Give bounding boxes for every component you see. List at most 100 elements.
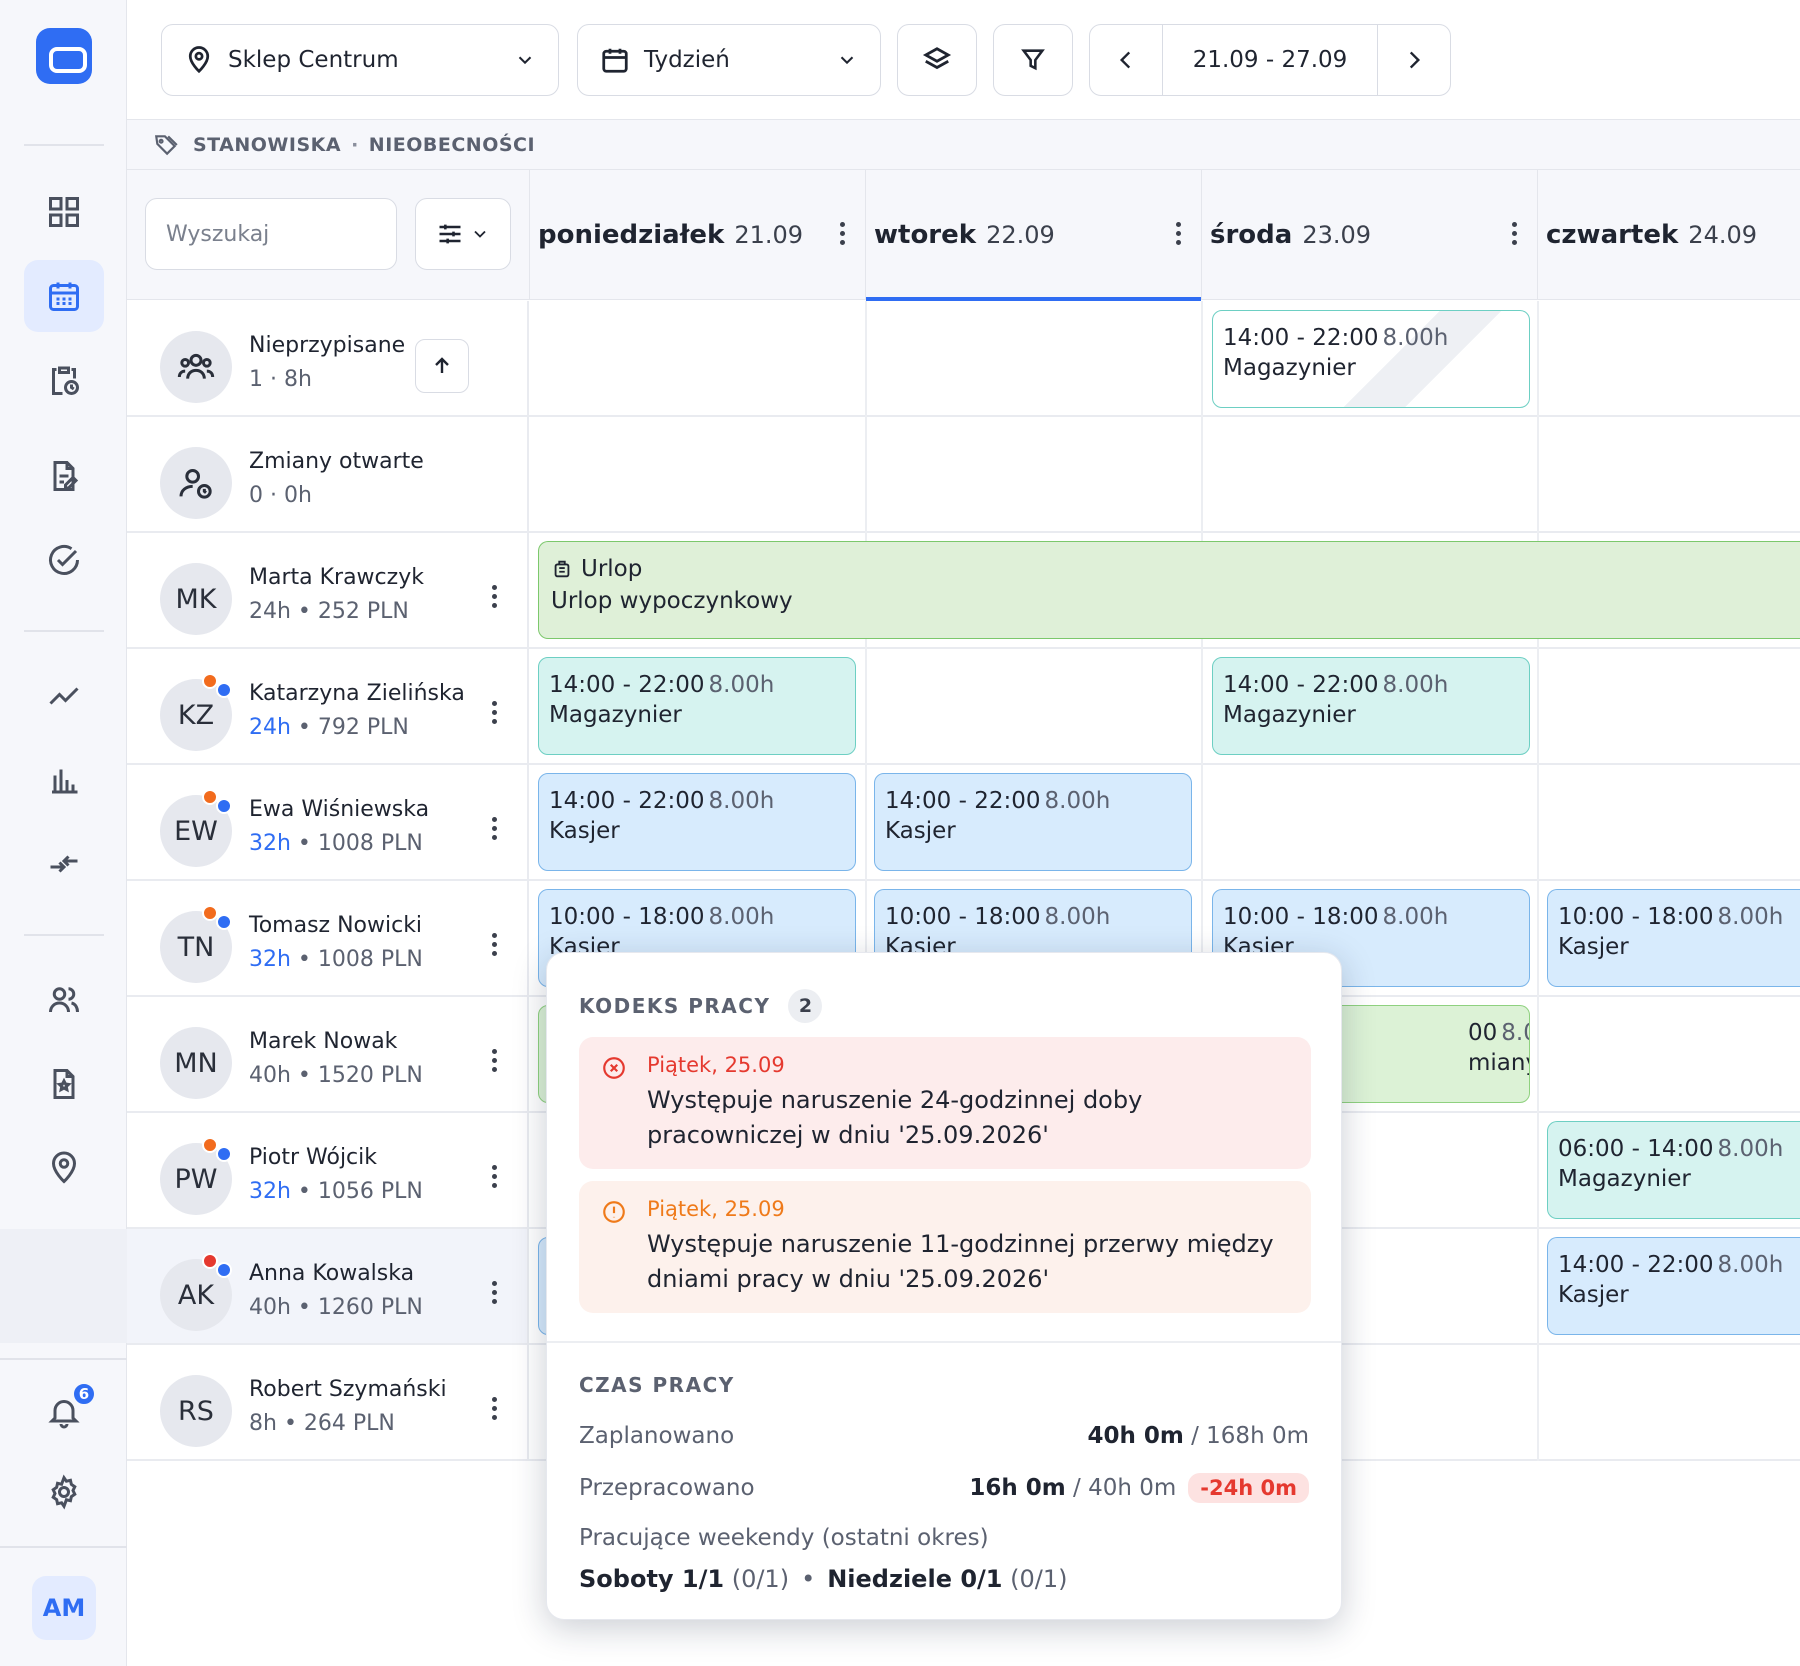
sidebar-item-dashboard[interactable] — [24, 176, 104, 248]
employee-menu-button[interactable] — [492, 1397, 497, 1420]
day-menu-button[interactable] — [839, 222, 845, 245]
violation-error[interactable]: Piątek, 25.09 Występuje naruszenie 24-go… — [579, 1037, 1311, 1169]
shift-hours: 8.00h — [1501, 1020, 1529, 1046]
leave-card[interactable]: Urlop Urlop wypoczynkowy — [538, 541, 1800, 639]
employee-menu-button[interactable] — [492, 701, 497, 724]
shift-card[interactable]: 10:00 - 18:00 8.00h Kasjer — [1547, 889, 1800, 987]
day-header-wednesday[interactable]: środa 23.09 — [1201, 170, 1537, 300]
day-header-monday[interactable]: poniedziałek 21.09 — [529, 170, 865, 300]
sidebar-item-attendance[interactable] — [24, 344, 104, 416]
violation-date: Piątek, 25.09 — [647, 1053, 785, 1077]
shift-card[interactable]: 14:00 - 22:00 8.00h Kasjer — [874, 773, 1192, 871]
day-menu-button[interactable] — [1511, 222, 1517, 245]
view-options-button[interactable] — [415, 198, 511, 270]
day-header-tuesday[interactable]: wtorek 22.09 — [865, 170, 1201, 301]
worked-diff-badge: -24h 0m — [1188, 1473, 1309, 1503]
shift-time: 14:00 - 22:00 — [1558, 1252, 1714, 1278]
search-input[interactable] — [145, 198, 397, 270]
employee-menu-button[interactable] — [492, 817, 497, 840]
employee-name: Tomasz Nowicki — [249, 913, 423, 938]
employee-hours: 8h — [249, 1411, 277, 1436]
shift-card[interactable]: 14:00 - 22:00 8.00h Kasjer — [538, 773, 856, 871]
violation-message: Występuje naruszenie 24-godzinnej doby p… — [647, 1086, 1143, 1149]
sidebar-item-employees[interactable] — [24, 964, 104, 1036]
employee-name: Marek Nowak — [249, 1029, 398, 1054]
sidebar-item-exchange[interactable] — [24, 828, 104, 900]
shift-time: 10:00 - 18:00 — [549, 904, 705, 930]
sidebar-item-locations[interactable] — [24, 1132, 104, 1204]
day-header-thursday[interactable]: czwartek 24.09 — [1537, 170, 1800, 300]
sidebar-item-reports[interactable] — [24, 744, 104, 816]
employee-menu-button[interactable] — [492, 1049, 497, 1072]
users-icon — [49, 987, 79, 1013]
tag-absences[interactable]: NIEOBECNOŚCI — [369, 134, 535, 156]
tags-icon — [155, 134, 178, 155]
users-group-icon — [177, 353, 215, 379]
warning-circle-icon — [601, 1199, 627, 1225]
clipboard-clock-icon — [52, 366, 79, 395]
group-name: Nieprzypisane — [249, 333, 406, 358]
sidebar-item-settings[interactable] — [24, 1456, 104, 1528]
day-name: poniedziałek — [538, 220, 725, 250]
app-logo[interactable] — [36, 28, 92, 84]
employee-summary: 40h • 1260 PLN — [249, 1295, 423, 1320]
location-select[interactable]: Sklep Centrum — [161, 24, 559, 96]
sidebar-item-trends[interactable] — [24, 660, 104, 732]
employee-summary: 24h • 252 PLN — [249, 599, 409, 624]
group-meta: 1 · 8h — [249, 367, 312, 392]
employee-cell[interactable]: MN Marek Nowak 40h • 1520 PLN — [127, 997, 529, 1111]
employee-cell[interactable]: EW Ewa Wiśniewska 32h • 1008 PLN — [127, 765, 529, 879]
day-date: 21.09 — [734, 221, 804, 249]
sliders-icon — [439, 224, 461, 244]
shift-card[interactable]: 14:00 - 22:00 8.00h Magazynier — [538, 657, 856, 755]
period-select[interactable]: Tydzień — [577, 24, 881, 96]
date-navigator: 21.09 - 27.09 — [1089, 24, 1451, 96]
employee-name: Piotr Wójcik — [249, 1145, 378, 1170]
user-avatar[interactable]: AM — [32, 1576, 96, 1640]
employee-cell[interactable]: KZ Katarzyna Zielińska 24h • 792 PLN — [127, 649, 529, 763]
employee-cell[interactable]: TN Tomasz Nowicki 32h • 1008 PLN — [127, 881, 529, 995]
shift-role: Magazynier — [1223, 355, 1356, 381]
filter-button[interactable] — [993, 24, 1073, 96]
employee-menu-button[interactable] — [492, 1165, 497, 1188]
date-range-label[interactable]: 21.09 - 27.09 — [1162, 25, 1378, 95]
employee-pay: • 792 PLN — [290, 715, 409, 740]
shift-card[interactable]: 14:00 - 22:00 8.00h Magazynier — [1212, 657, 1530, 755]
day-name: wtorek — [874, 220, 977, 250]
sidebar-item-schedule[interactable] — [24, 260, 104, 332]
employee-menu-button[interactable] — [492, 585, 497, 608]
day-date: 23.09 — [1302, 221, 1372, 249]
gear-icon — [51, 1474, 77, 1510]
employee-cell[interactable]: RS Robert Szymański 8h • 264 PLN — [127, 1345, 529, 1459]
employee-summary: 32h • 1008 PLN — [249, 947, 423, 972]
group-name: Zmiany otwarte — [249, 449, 424, 474]
employee-cell[interactable]: AK Anna Kowalska 40h • 1260 PLN — [127, 1229, 529, 1343]
notification-count-badge: 6 — [72, 1382, 96, 1406]
chevron-left-icon — [1119, 51, 1131, 69]
employee-hours: 40h — [249, 1063, 291, 1088]
tag-positions[interactable]: STANOWISKA — [193, 134, 341, 156]
employee-cell[interactable]: MK Marta Krawczyk 24h • 252 PLN — [127, 533, 529, 647]
shift-card[interactable]: 14:00 - 22:00 8.00h Magazynier — [1212, 310, 1530, 408]
avatar: MN — [160, 1027, 232, 1099]
previous-week-button[interactable] — [1090, 25, 1162, 95]
employee-menu-button[interactable] — [492, 1281, 497, 1304]
sidebar-item-approvals[interactable] — [24, 524, 104, 596]
employee-menu-button[interactable] — [492, 933, 497, 956]
shift-hours: 8.00h — [1044, 788, 1111, 814]
shift-card[interactable]: 06:00 - 14:00 8.00h Magazynier — [1547, 1121, 1800, 1219]
employee-pay: • 1056 PLN — [290, 1179, 423, 1204]
bar-chart-icon — [52, 769, 78, 794]
violation-warning[interactable]: Piątek, 25.09 Występuje naruszenie 11-go… — [579, 1181, 1311, 1313]
sidebar-item-documents[interactable] — [24, 1048, 104, 1120]
layers-button[interactable] — [897, 24, 977, 96]
tag-separator: · — [351, 133, 359, 156]
shift-card[interactable]: 14:00 - 22:00 8.00h Kasjer — [1547, 1237, 1800, 1335]
shift-time: 14:00 - 22:00 — [549, 672, 705, 698]
saturdays-value: Soboty 1/1 — [579, 1565, 725, 1593]
employee-cell[interactable]: PW Piotr Wójcik 32h • 1056 PLN — [127, 1113, 529, 1227]
collapse-button[interactable] — [415, 339, 469, 393]
next-week-button[interactable] — [1378, 25, 1450, 95]
day-menu-button[interactable] — [1175, 222, 1181, 245]
sidebar-item-requests[interactable] — [24, 440, 104, 512]
